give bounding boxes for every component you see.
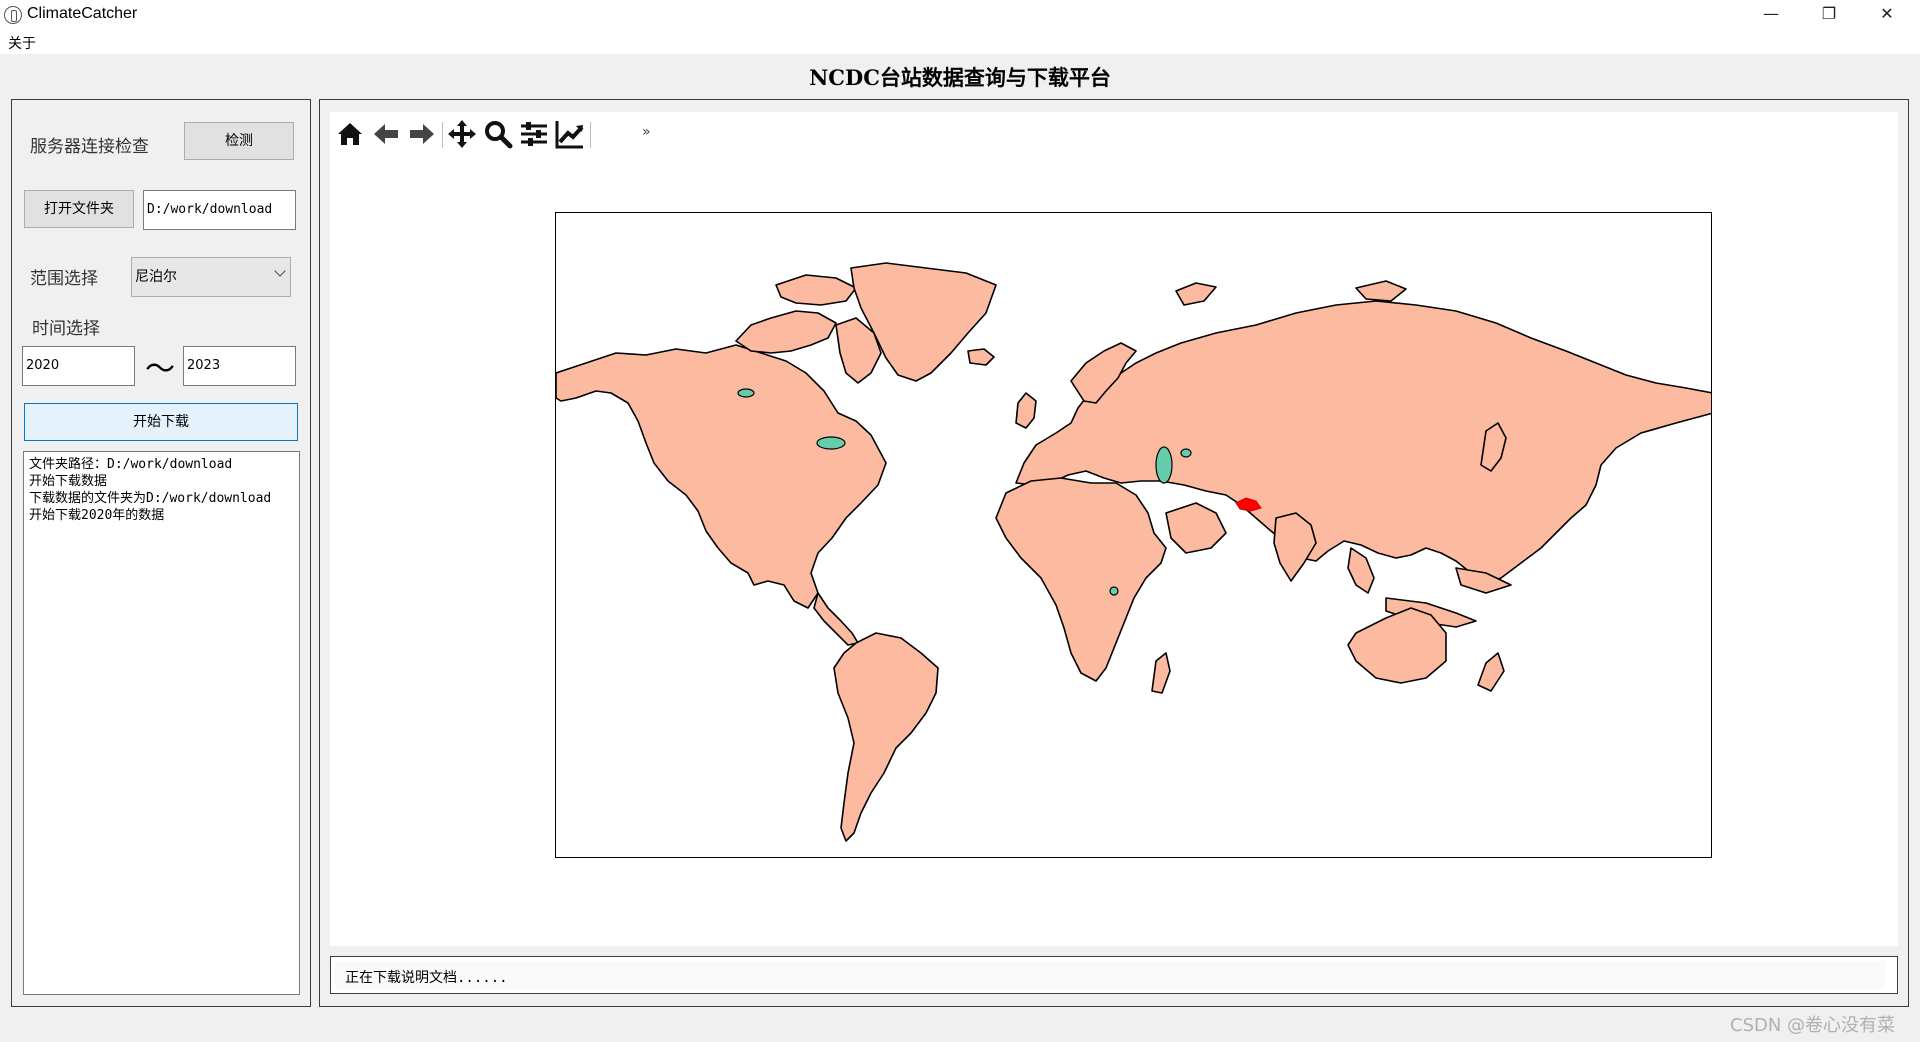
start-download-button[interactable]: 开始下载 xyxy=(24,403,298,441)
toolbar-separator xyxy=(442,122,443,148)
arabia-landmass xyxy=(1165,502,1227,554)
plot-canvas: » xyxy=(330,112,1898,946)
plot-panel: » 正在下载说明文档...... xyxy=(319,99,1909,1007)
caspian-sea xyxy=(1155,446,1173,484)
home-icon[interactable] xyxy=(334,118,366,150)
central-america-landmass xyxy=(813,592,859,646)
region-select-value: 尼泊尔 xyxy=(135,269,177,285)
severnaya-zemlya-landmass xyxy=(1355,280,1407,302)
great-lakes xyxy=(816,436,846,450)
novaya-zemlya-landmass xyxy=(1175,282,1217,306)
africa-landmass xyxy=(995,477,1167,682)
southeast-asia-landmass xyxy=(1347,547,1375,594)
north-america-landmass xyxy=(556,344,887,609)
edit-axis-icon[interactable] xyxy=(554,118,586,150)
world-map-svg xyxy=(556,262,1711,842)
status-bar: 正在下载说明文档...... xyxy=(330,956,1898,994)
configure-subplots-icon[interactable] xyxy=(518,118,550,150)
arctic-islands-landmass xyxy=(735,310,837,354)
open-folder-button[interactable]: 打开文件夹 xyxy=(24,190,134,228)
page-title: NCDC台站数据查询与下载平台 xyxy=(809,65,1111,90)
back-icon[interactable] xyxy=(370,118,402,150)
server-check-label: 服务器连接检查 xyxy=(30,137,149,157)
iceland-landmass xyxy=(967,348,995,366)
check-server-button[interactable]: 检测 xyxy=(184,122,294,160)
status-field: 正在下载说明文档...... xyxy=(335,961,1885,989)
status-text: 正在下载说明文档...... xyxy=(345,970,508,986)
australia-landmass xyxy=(1347,607,1447,684)
hudson-lakes xyxy=(737,388,755,398)
matplotlib-toolbar: » xyxy=(334,116,674,150)
india-landmass xyxy=(1273,512,1317,582)
app-icon xyxy=(4,6,22,24)
log-line: 文件夹路径：D:/work/download xyxy=(29,457,233,472)
more-icon[interactable]: » xyxy=(642,124,651,140)
chevron-down-icon xyxy=(274,265,286,277)
end-year-field[interactable]: 2023 xyxy=(183,346,296,386)
minimize-button[interactable]: — xyxy=(1742,0,1800,30)
close-button[interactable]: ✕ xyxy=(1858,0,1916,30)
south-america-landmass xyxy=(833,632,939,842)
new-zealand-landmass xyxy=(1477,652,1505,692)
world-map xyxy=(555,212,1712,858)
start-year-field[interactable]: 2020 xyxy=(22,346,135,386)
time-label: 时间选择 xyxy=(32,319,100,339)
control-panel: 服务器连接检查 检测 打开文件夹 D:/work/download 范围选择 尼… xyxy=(11,99,311,1007)
toolbar-separator xyxy=(590,122,591,148)
region-select[interactable]: 尼泊尔 xyxy=(131,257,291,297)
zoom-icon[interactable] xyxy=(482,118,514,150)
watermark: CSDN @卷心没有菜 xyxy=(1730,1015,1896,1036)
folder-path-field[interactable]: D:/work/download xyxy=(143,190,296,230)
region-label: 范围选择 xyxy=(30,269,98,289)
log-line: 下载数据的文件夹为D:/work/download xyxy=(29,491,272,506)
pan-icon[interactable] xyxy=(446,118,478,150)
menu-about[interactable]: 关于 xyxy=(8,33,36,53)
forward-icon[interactable] xyxy=(406,118,438,150)
arctic-archipelago-landmass xyxy=(775,274,857,306)
title-bar: ClimateCatcher — ❐ ✕ xyxy=(0,0,1920,30)
lake-victoria xyxy=(1109,586,1119,596)
log-line: 开始下载数据 xyxy=(29,474,108,489)
window-title: ClimateCatcher xyxy=(27,5,138,22)
menu-bar: 关于 xyxy=(0,30,1920,54)
range-separator: 〜 xyxy=(145,352,175,387)
aral-sea xyxy=(1180,448,1192,458)
great-britain-landmass xyxy=(1015,392,1037,429)
log-textarea[interactable]: 文件夹路径：D:/work/download 开始下载数据 下载数据的文件夹为D… xyxy=(23,451,300,995)
maximize-button[interactable]: ❐ xyxy=(1800,0,1858,30)
log-line: 开始下载2020年的数据 xyxy=(29,508,165,523)
madagascar-landmass xyxy=(1151,652,1171,694)
